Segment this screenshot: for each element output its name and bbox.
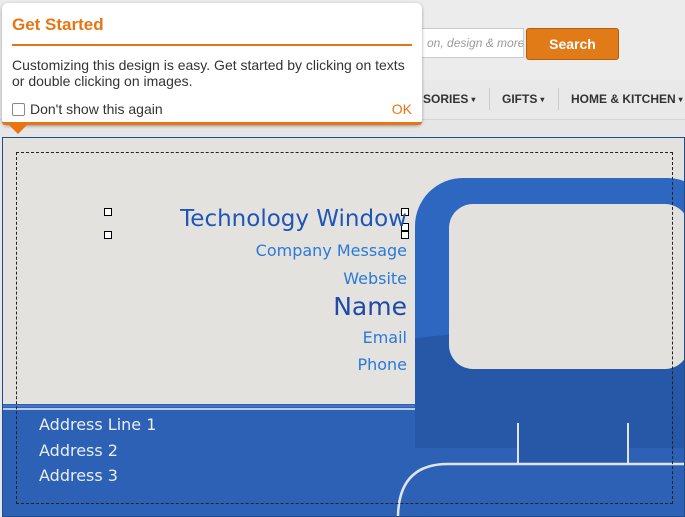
nav-divider: [489, 88, 490, 110]
nav-item-label: HOME & KITCHEN: [571, 92, 676, 106]
nav-item-gifts[interactable]: GIFTS ▾: [502, 92, 544, 106]
chevron-down-icon: ▾: [540, 95, 545, 104]
company-message-text[interactable]: Company Message: [256, 241, 407, 260]
website-text[interactable]: Website: [343, 269, 407, 288]
nav-item-accessories[interactable]: SORIES ▾: [423, 92, 475, 106]
email-text[interactable]: Email: [363, 328, 407, 347]
popup-accent-bar: [2, 122, 422, 125]
dont-show-again-label[interactable]: Don't show this again: [30, 101, 163, 117]
resize-handle[interactable]: [104, 208, 112, 216]
company-name-text[interactable]: Technology Window: [180, 206, 407, 232]
phone-text[interactable]: Phone: [357, 355, 407, 374]
ok-button[interactable]: OK: [392, 101, 412, 117]
address-line-3-text[interactable]: Address 3: [39, 466, 118, 485]
popup-divider: [12, 44, 412, 46]
address-line-1-text[interactable]: Address Line 1: [39, 415, 156, 434]
dont-show-again-checkbox[interactable]: [12, 102, 25, 116]
card-canvas[interactable]: Technology Window Company Message Websit…: [2, 137, 685, 517]
popup-pointer-icon: [9, 125, 27, 134]
nav-item-label: SORIES: [423, 92, 469, 106]
resize-handle[interactable]: [401, 231, 409, 239]
get-started-popup: Get Started Customizing this design is e…: [2, 3, 422, 134]
search-button[interactable]: Search: [526, 28, 619, 60]
nav-item-home-kitchen[interactable]: HOME & KITCHEN ▾: [571, 92, 683, 106]
popup-title: Get Started: [12, 15, 104, 34]
popup-message: Customizing this design is easy. Get sta…: [12, 57, 405, 89]
address-line-2-text[interactable]: Address 2: [39, 441, 118, 460]
resize-handle[interactable]: [104, 231, 112, 239]
nav-item-label: GIFTS: [502, 92, 538, 106]
chevron-down-icon: ▾: [678, 95, 683, 104]
nav-divider: [558, 88, 559, 110]
name-text[interactable]: Name: [333, 292, 407, 321]
chevron-down-icon: ▾: [471, 95, 476, 104]
dont-show-again-option[interactable]: Don't show this again: [12, 101, 163, 117]
